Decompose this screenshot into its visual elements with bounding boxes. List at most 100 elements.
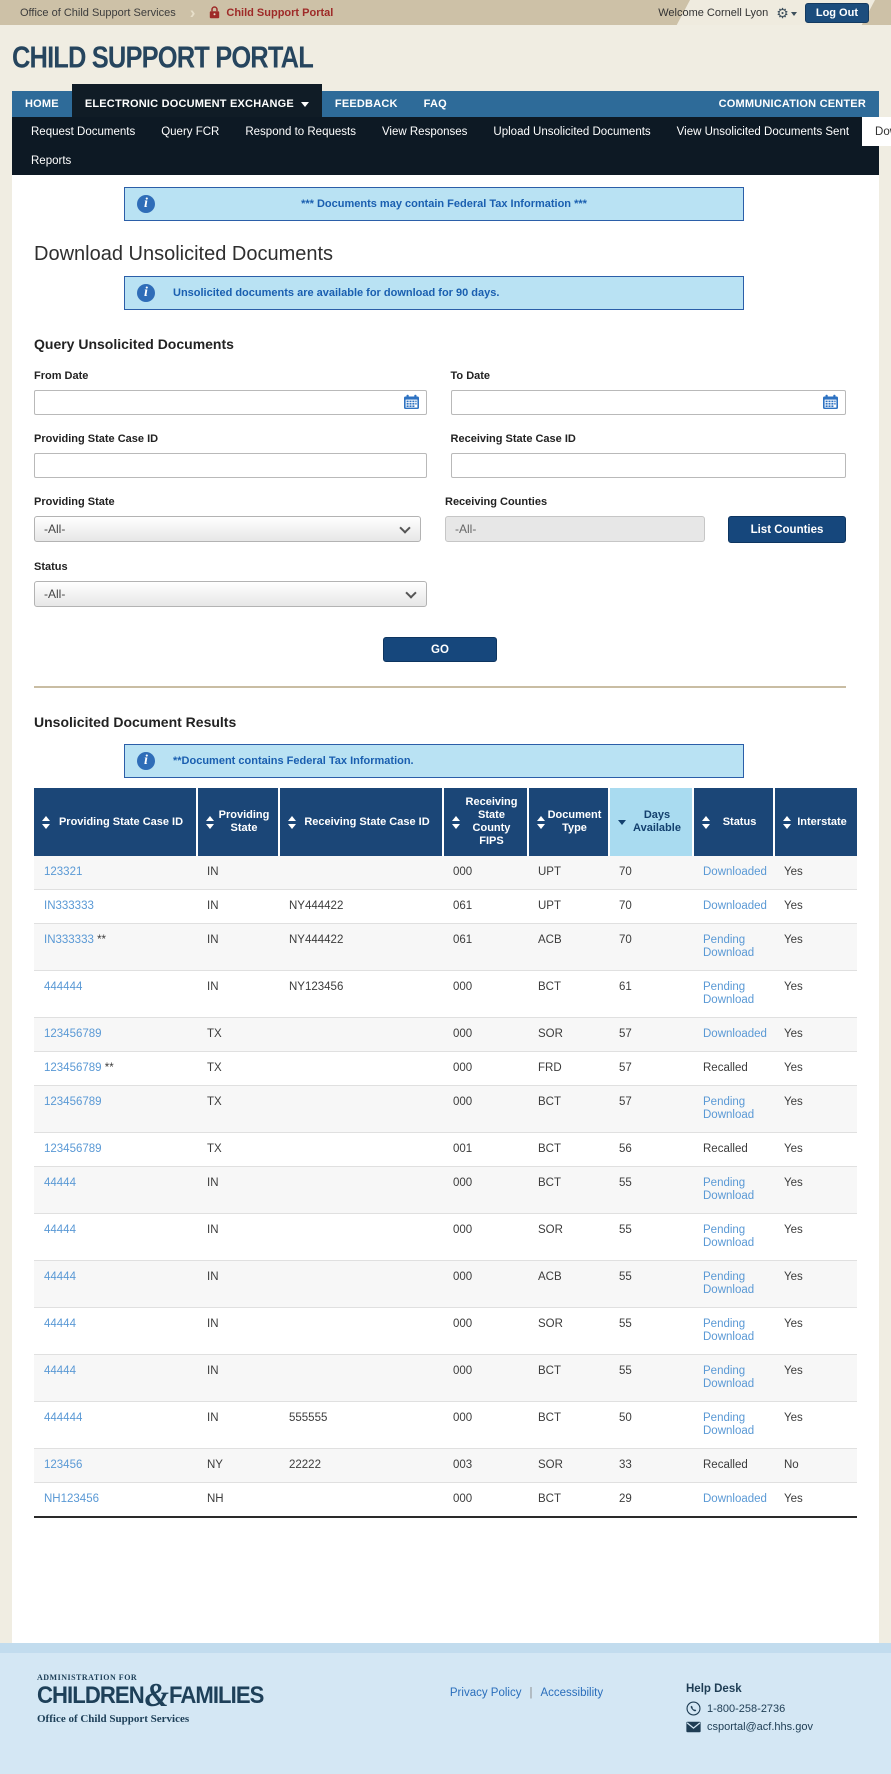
nav-item-faq[interactable]: FAQ: [411, 91, 460, 117]
breadcrumb-office[interactable]: Office of Child Support Services: [20, 7, 176, 19]
subnav-item-view-responses[interactable]: View Responses: [369, 117, 480, 146]
info-icon: i: [137, 284, 155, 302]
providing-case-id-input[interactable]: [34, 453, 427, 478]
subnav-item-request-documents[interactable]: Request Documents: [18, 117, 148, 146]
calendar-icon[interactable]: [822, 394, 839, 413]
case-id-link[interactable]: 123456789: [44, 1143, 102, 1155]
case-id-link[interactable]: 44444: [44, 1365, 76, 1377]
to-date-input[interactable]: [451, 390, 846, 415]
nav-item-electronic-document-exchange[interactable]: ELECTRONIC DOCUMENT EXCHANGE: [72, 84, 322, 117]
case-id-link[interactable]: 123321: [44, 866, 82, 878]
status-link[interactable]: Pending Download: [703, 1318, 754, 1343]
case-id-link[interactable]: 123456789: [44, 1028, 102, 1040]
days-available-cell: 57: [609, 1018, 693, 1052]
case-id-link[interactable]: 44444: [44, 1271, 76, 1283]
sort-both-icon[interactable]: [206, 816, 214, 829]
document-type-cell: SOR: [528, 1214, 609, 1261]
fti-marker: **: [102, 1062, 114, 1074]
column-header-interstate[interactable]: Interstate: [774, 788, 857, 856]
email-icon: [686, 1721, 701, 1733]
top-bar: Office of Child Support Services › Child…: [0, 0, 891, 25]
go-button[interactable]: GO: [383, 637, 497, 662]
subnav-item-respond-to-requests[interactable]: Respond to Requests: [232, 117, 369, 146]
status-link[interactable]: Pending Download: [703, 1412, 754, 1437]
case-id-link[interactable]: IN333333: [44, 934, 94, 946]
subnav-item-query-fcr[interactable]: Query FCR: [148, 117, 232, 146]
case-id-link[interactable]: 123456789: [44, 1062, 102, 1074]
column-header-receiving-state-county-fips[interactable]: Receiving State County FIPS: [443, 788, 528, 856]
document-type-cell: BCT: [528, 1483, 609, 1518]
subnav-item-view-unsolicited-documents-sent[interactable]: View Unsolicited Documents Sent: [664, 117, 862, 146]
calendar-icon[interactable]: [403, 394, 420, 413]
providing-state-cell: IN: [197, 890, 279, 924]
column-header-status[interactable]: Status: [693, 788, 774, 856]
settings-gear-icon[interactable]: ⚙: [776, 6, 797, 20]
chevron-down-icon: [399, 522, 410, 533]
document-type-cell: ACB: [528, 924, 609, 971]
column-header-providing-state-case-id[interactable]: Providing State Case ID: [34, 788, 197, 856]
nav-item-communication-center[interactable]: COMMUNICATION CENTER: [706, 91, 879, 117]
status-link[interactable]: Downloaded: [703, 866, 767, 878]
case-id-link[interactable]: 123456789: [44, 1096, 102, 1108]
section-divider: [34, 686, 846, 688]
column-header-days-available[interactable]: Days Available: [609, 788, 693, 856]
from-date-input[interactable]: [34, 390, 427, 415]
nav-item-feedback[interactable]: FEEDBACK: [322, 91, 411, 117]
sort-both-icon[interactable]: [783, 816, 791, 829]
case-id-link[interactable]: 44444: [44, 1177, 76, 1189]
subnav-item-reports[interactable]: Reports: [18, 146, 84, 175]
interstate-cell: Yes: [774, 1214, 857, 1261]
privacy-policy-link[interactable]: Privacy Policy: [450, 1687, 522, 1699]
column-header-label: Days Available: [626, 809, 688, 835]
case-id-link[interactable]: 444444: [44, 981, 82, 993]
chevron-down-icon: [405, 587, 416, 598]
status-link[interactable]: Downloaded: [703, 1028, 767, 1040]
case-id-link[interactable]: 44444: [44, 1224, 76, 1236]
case-id-link[interactable]: 444444: [44, 1412, 82, 1424]
case-id-link[interactable]: NH123456: [44, 1493, 99, 1505]
receiving-case-id-input[interactable]: [451, 453, 846, 478]
accessibility-link[interactable]: Accessibility: [540, 1687, 603, 1699]
column-header-document-type[interactable]: Document Type: [528, 788, 609, 856]
status-link[interactable]: Downloaded: [703, 900, 767, 912]
status-select[interactable]: -All-: [34, 581, 427, 607]
logout-button[interactable]: Log Out: [805, 3, 869, 23]
list-counties-button[interactable]: List Counties: [728, 516, 846, 543]
status-link[interactable]: Pending Download: [703, 1096, 754, 1121]
case-id-link[interactable]: 44444: [44, 1318, 76, 1330]
receiving-case-id-cell: [279, 1086, 443, 1133]
document-type-cell: BCT: [528, 1133, 609, 1167]
subnav-item-download-unsolicited-documents[interactable]: Download Unsolicited Documents: [862, 117, 891, 146]
status-link[interactable]: Pending Download: [703, 1224, 754, 1249]
days-available-cell: 50: [609, 1402, 693, 1449]
status-link[interactable]: Pending Download: [703, 934, 754, 959]
fti-top-banner: i *** Documents may contain Federal Tax …: [124, 187, 744, 221]
nav-item-home[interactable]: HOME: [12, 91, 72, 117]
sort-both-icon[interactable]: [702, 816, 710, 829]
help-desk-email[interactable]: csportal@acf.hhs.gov: [707, 1721, 813, 1733]
sort-both-icon[interactable]: [42, 816, 50, 829]
document-type-cell: UPT: [528, 856, 609, 890]
subnav-item-upload-unsolicited-documents[interactable]: Upload Unsolicited Documents: [480, 117, 663, 146]
column-header-providing-state[interactable]: Providing State: [197, 788, 279, 856]
status-link[interactable]: Pending Download: [703, 1177, 754, 1202]
fti-results-banner: i **Document contains Federal Tax Inform…: [124, 744, 744, 778]
status-link[interactable]: Pending Download: [703, 1271, 754, 1296]
providing-state-select[interactable]: -All-: [34, 516, 421, 542]
case-id-link[interactable]: IN333333: [44, 900, 94, 912]
sort-both-icon[interactable]: [537, 816, 545, 829]
sort-desc-icon[interactable]: [618, 820, 626, 825]
days-available-cell: 55: [609, 1308, 693, 1355]
status-link[interactable]: Pending Download: [703, 1365, 754, 1390]
status-text: Recalled: [693, 1133, 774, 1167]
sort-both-icon[interactable]: [452, 816, 460, 829]
sort-both-icon[interactable]: [288, 816, 296, 829]
column-header-receiving-state-case-id[interactable]: Receiving State Case ID: [279, 788, 443, 856]
document-type-cell: BCT: [528, 1086, 609, 1133]
case-id-link[interactable]: 123456: [44, 1459, 82, 1471]
availability-banner: i Unsolicited documents are available fo…: [124, 276, 744, 310]
providing-state-value: -All-: [44, 522, 65, 536]
days-available-cell: 57: [609, 1086, 693, 1133]
status-link[interactable]: Downloaded: [703, 1493, 767, 1505]
status-link[interactable]: Pending Download: [703, 981, 754, 1006]
